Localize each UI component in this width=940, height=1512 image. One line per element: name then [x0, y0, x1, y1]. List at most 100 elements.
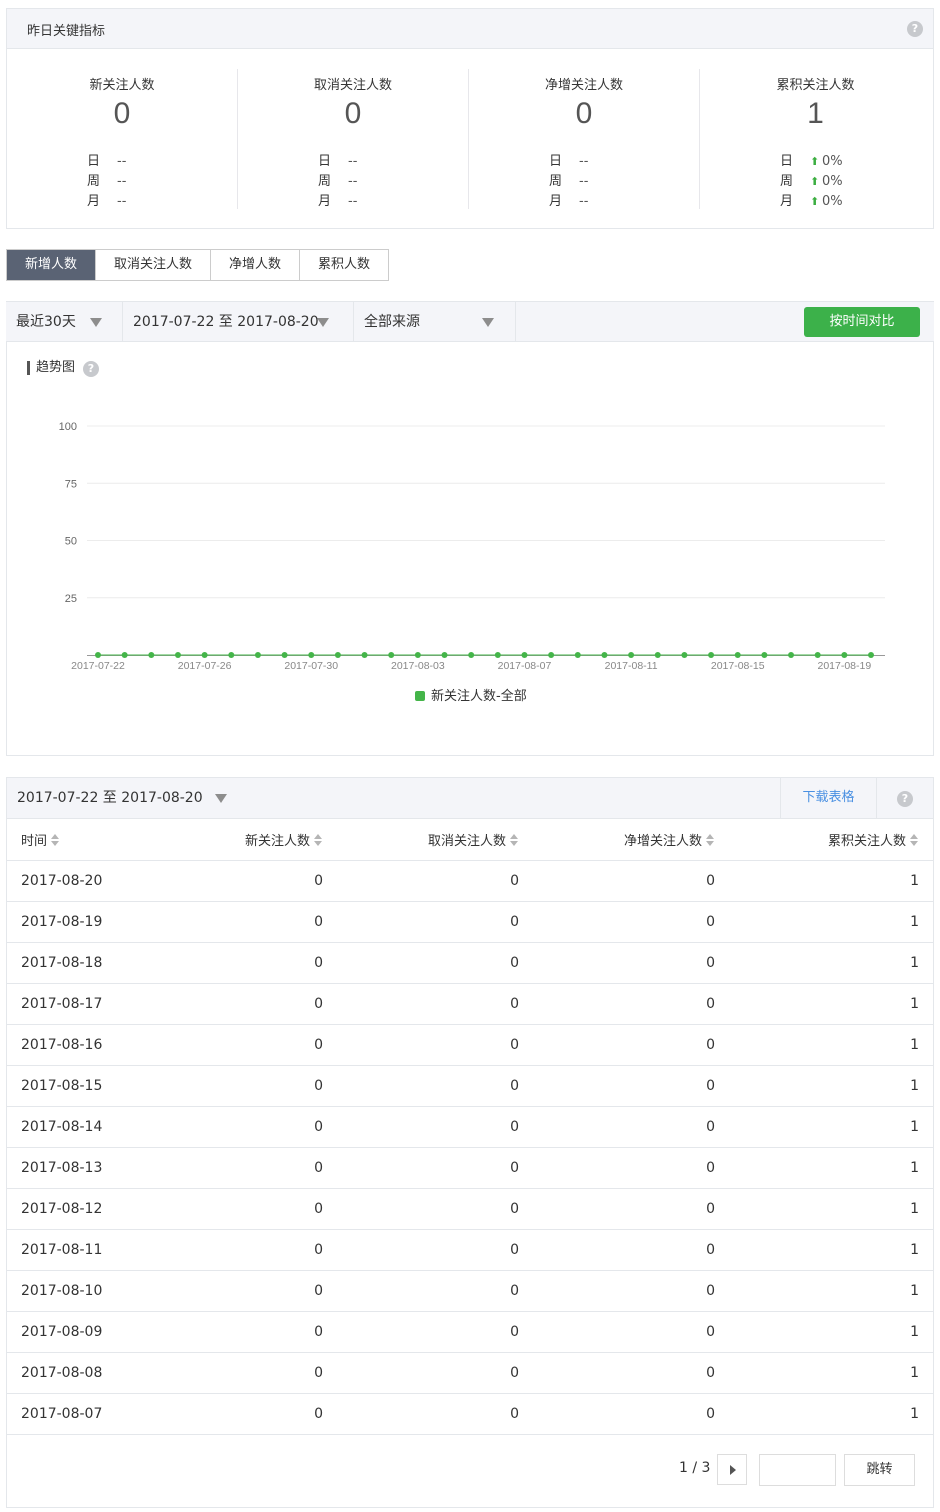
tab-unfollowers[interactable]: 取消关注人数: [96, 250, 212, 280]
compare-by-time-button[interactable]: 按时间对比: [804, 307, 920, 337]
cell-date: 2017-08-09: [7, 1311, 157, 1353]
cell-date: 2017-08-19: [7, 901, 157, 943]
cell-date: 2017-08-18: [7, 942, 157, 984]
data-point: [868, 652, 874, 658]
cell-total: 1: [729, 1024, 933, 1066]
kpi-name: 净增关注人数: [544, 78, 623, 93]
kpi-total-followers: 累积关注人数 1 日 ⬆ 0% 周 ⬆ 0% 月 ⬆ 0%: [700, 69, 931, 209]
chart-legend[interactable]: 新关注人数-全部: [415, 685, 527, 704]
kpi-week-label: 周: [318, 174, 332, 189]
cell-date: 2017-08-13: [7, 1147, 157, 1189]
tab-new-followers[interactable]: 新增人数: [7, 250, 97, 280]
download-table-link[interactable]: 下载表格: [780, 778, 877, 818]
caret-down-icon: [482, 318, 494, 327]
column-header-unfollow[interactable]: 取消关注人数: [337, 819, 533, 861]
kpi-name: 累积关注人数: [776, 78, 855, 93]
caret-down-icon: [317, 318, 329, 327]
cell-unfollow: 0: [337, 1311, 533, 1353]
data-point: [174, 652, 181, 658]
cell-date: 2017-08-11: [7, 1229, 157, 1271]
kpi-name: 新关注人数: [89, 78, 155, 93]
data-point: [521, 652, 528, 658]
table-row: 2017-08-13 0 0 0 1: [7, 1147, 933, 1189]
cell-new: 0: [157, 1188, 337, 1230]
table-row: 2017-08-20 0 0 0 1: [7, 860, 933, 902]
data-point: [548, 652, 555, 658]
cell-net: 0: [533, 1352, 729, 1394]
x-tick-label: 2017-08-11: [605, 660, 658, 672]
cell-new: 0: [157, 1352, 337, 1394]
sort-icon[interactable]: [314, 833, 323, 846]
table-row: 2017-08-12 0 0 0 1: [7, 1188, 933, 1230]
cell-date: 2017-08-08: [7, 1352, 157, 1394]
data-table: 时间 新关注人数 取消关注人数 净增关注人数 累积关注人数 2017-08-20…: [7, 819, 933, 1435]
column-header-total[interactable]: 累积关注人数: [729, 819, 933, 861]
column-header-date[interactable]: 时间: [7, 819, 157, 861]
help-icon[interactable]: ?: [897, 791, 913, 807]
cell-total: 1: [729, 1065, 933, 1107]
data-point: [628, 652, 635, 658]
cell-unfollow: 0: [337, 1106, 533, 1148]
cell-total: 1: [729, 1393, 933, 1435]
data-point: [788, 652, 795, 658]
caret-down-icon: [215, 794, 227, 803]
data-point: [201, 652, 208, 658]
table-row: 2017-08-10 0 0 0 1: [7, 1270, 933, 1312]
table-toolbar: 2017-07-22 至 2017-08-20 下载表格 ?: [7, 778, 933, 819]
data-point: [734, 652, 741, 658]
table-row: 2017-08-17 0 0 0 1: [7, 983, 933, 1025]
cell-new: 0: [157, 860, 337, 902]
cell-net: 0: [533, 1311, 729, 1353]
cell-net: 0: [533, 1393, 729, 1435]
cell-date: 2017-08-10: [7, 1270, 157, 1312]
period-dropdown-label: 最近30天: [16, 314, 76, 330]
data-point: [361, 652, 368, 658]
source-dropdown[interactable]: 全部来源: [354, 302, 516, 342]
data-point: [414, 652, 421, 658]
period-dropdown[interactable]: 最近30天: [6, 302, 123, 342]
next-page-button[interactable]: [717, 1454, 747, 1485]
cell-unfollow: 0: [337, 1270, 533, 1312]
help-icon[interactable]: ?: [907, 21, 923, 37]
cell-total: 1: [729, 1147, 933, 1189]
y-tick-label: 75: [65, 478, 77, 490]
column-header-new[interactable]: 新关注人数: [157, 819, 337, 861]
page-number-input[interactable]: [759, 1454, 836, 1486]
x-tick-label: 2017-07-22: [71, 660, 125, 672]
cell-total: 1: [729, 1229, 933, 1271]
metric-tabs: 新增人数 取消关注人数 净增人数 累积人数: [6, 249, 390, 281]
tab-net-followers[interactable]: 净增人数: [211, 250, 301, 280]
cell-new: 0: [157, 1147, 337, 1189]
sort-icon[interactable]: [706, 833, 715, 846]
data-point: [574, 652, 581, 658]
kpi-week-value: --: [117, 174, 127, 189]
x-tick-label: 2017-08-03: [391, 660, 445, 672]
data-point: [441, 652, 448, 658]
kpi-week-value: --: [579, 174, 589, 189]
column-header-label: 新关注人数: [244, 833, 310, 849]
data-point: [761, 652, 768, 658]
arrow-up-icon: ⬆: [810, 175, 820, 188]
arrow-up-icon: ⬆: [810, 155, 820, 168]
column-header-label: 累积关注人数: [827, 833, 906, 849]
cell-total: 1: [729, 1106, 933, 1148]
jump-button[interactable]: 跳转: [844, 1454, 915, 1486]
cell-unfollow: 0: [337, 1352, 533, 1394]
data-point: [228, 652, 235, 658]
tab-total-followers[interactable]: 累积人数: [300, 250, 389, 280]
sort-icon[interactable]: [51, 833, 60, 846]
kpi-month-label: 月: [87, 194, 101, 209]
column-header-label: 时间: [21, 833, 48, 849]
sort-icon[interactable]: [510, 833, 519, 846]
cell-date: 2017-08-15: [7, 1065, 157, 1107]
cell-total: 1: [729, 1352, 933, 1394]
sort-icon[interactable]: [910, 833, 919, 846]
caret-down-icon: [90, 318, 102, 327]
date-range-dropdown[interactable]: 2017-07-22 至 2017-08-20: [123, 302, 354, 342]
column-header-net[interactable]: 净增关注人数: [533, 819, 729, 861]
cell-total: 1: [729, 983, 933, 1025]
cell-net: 0: [533, 1188, 729, 1230]
table-date-range-dropdown[interactable]: 2017-07-22 至 2017-08-20: [17, 778, 227, 818]
cell-unfollow: 0: [337, 1229, 533, 1271]
data-point: [121, 652, 128, 658]
